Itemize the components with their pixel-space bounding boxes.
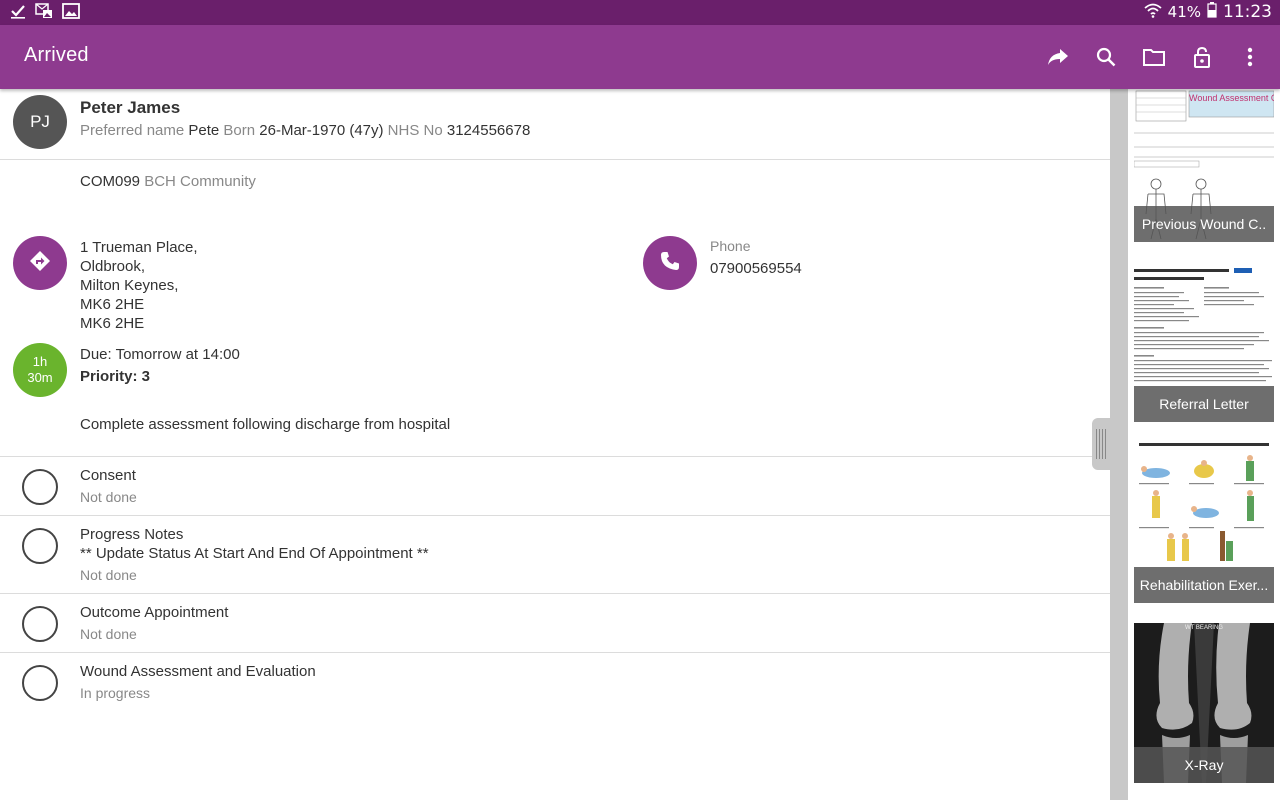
organisation-name: BCH Community xyxy=(144,173,256,190)
address-line: Milton Keynes, xyxy=(80,277,179,294)
mail-image-icon xyxy=(35,3,53,23)
organisation-code: COM099 xyxy=(80,173,141,190)
address-line: Oldbrook, xyxy=(80,258,146,275)
organisation: COM099 BCH Community xyxy=(80,173,256,190)
patient-name: Peter James xyxy=(80,98,181,117)
nhs-number: 3124556678 xyxy=(446,122,531,139)
more-icon[interactable] xyxy=(1238,45,1262,69)
divider xyxy=(0,159,1110,160)
attachment-thumbnail[interactable]: WT BEARING X-Ray xyxy=(1134,623,1274,783)
attachment-caption: Referral Letter xyxy=(1134,386,1274,422)
nhs-label: NHS No xyxy=(387,122,443,139)
attachment-caption: X-Ray xyxy=(1134,747,1274,783)
task-status: In progress xyxy=(80,685,151,701)
task-note: ** Update Status At Start And End Of App… xyxy=(80,545,429,562)
task-item[interactable]: Consent Not done xyxy=(0,457,1110,515)
patient-details: Preferred name Pete Born 26-Mar-1970 (47… xyxy=(80,122,530,139)
call-button[interactable] xyxy=(643,236,697,290)
task-item[interactable]: Outcome Appointment Not done xyxy=(0,594,1110,652)
due-time: Due: Tomorrow at 14:00 xyxy=(80,346,240,363)
status-bar: 41% 11:23 xyxy=(0,0,1280,25)
task-checkbox[interactable] xyxy=(22,606,58,642)
duration-badge: 1h 30m xyxy=(13,343,67,397)
address-line: 1 Trueman Place, xyxy=(80,239,198,256)
task-item[interactable]: Wound Assessment and Evaluation In progr… xyxy=(0,653,1110,711)
attachment-caption: Rehabilitation Exer... xyxy=(1134,567,1274,603)
thumbnail-header: Wound Assessment Char xyxy=(1189,93,1274,103)
task-title: Progress Notes xyxy=(80,526,184,543)
task-checkbox[interactable] xyxy=(22,469,58,505)
phone-icon xyxy=(660,251,680,275)
address-line: MK6 2HE xyxy=(80,315,145,332)
task-checkbox[interactable] xyxy=(22,528,58,564)
preferred-name-label: Preferred name xyxy=(80,122,185,139)
duration-minutes: 30m xyxy=(27,370,53,385)
app-bar-actions xyxy=(1022,45,1262,69)
phone-number[interactable]: 07900569554 xyxy=(710,260,802,277)
task-title: Consent xyxy=(80,467,136,484)
visit-description: Complete assessment following discharge … xyxy=(80,416,451,433)
panel-splitter[interactable] xyxy=(1110,89,1128,800)
task-status: Not done xyxy=(80,567,137,583)
task-status: Not done xyxy=(80,489,137,505)
task-done-icon xyxy=(10,3,26,23)
date-of-birth: 26-Mar-1970 (47y) xyxy=(259,122,384,139)
status-icons-right: 41% 11:23 xyxy=(1144,2,1272,22)
task-status: Not done xyxy=(80,626,137,642)
task-title: Wound Assessment and Evaluation xyxy=(80,663,316,680)
image-icon xyxy=(62,3,80,23)
battery-percent: 41% xyxy=(1167,3,1201,21)
phone-label: Phone xyxy=(710,238,751,254)
thumbnail-header: WT BEARING xyxy=(1185,625,1223,631)
born-label: Born xyxy=(223,122,256,139)
attachment-caption: Previous Wound C.. xyxy=(1134,206,1274,242)
attachment-thumbnail[interactable]: Wound Assessment Char Previous Wound C.. xyxy=(1134,89,1274,242)
splitter-handle[interactable] xyxy=(1092,418,1110,470)
page-title: Arrived xyxy=(24,44,89,66)
task-checkbox[interactable] xyxy=(22,665,58,701)
directions-icon xyxy=(29,250,51,276)
attachments-panel: Wound Assessment Char Previous Wound C.. xyxy=(1128,89,1280,800)
address-line: MK6 2HE xyxy=(80,296,145,313)
address[interactable]: 1 Trueman Place, Oldbrook, Milton Keynes… xyxy=(80,238,198,333)
wifi-icon xyxy=(1144,2,1162,22)
directions-button[interactable] xyxy=(13,236,67,290)
clock: 11:23 xyxy=(1223,2,1272,22)
lock-open-icon[interactable] xyxy=(1190,45,1214,69)
task-title: Outcome Appointment xyxy=(80,604,229,621)
avatar: PJ xyxy=(13,95,67,149)
appointment-details: PJ Peter James Preferred name Pete Born … xyxy=(0,89,1110,800)
duration-hours: 1h xyxy=(32,354,48,369)
battery-icon xyxy=(1207,2,1217,22)
task-item[interactable]: Progress Notes ** Update Status At Start… xyxy=(0,516,1110,593)
share-icon[interactable] xyxy=(1046,45,1070,69)
priority: Priority: 3 xyxy=(80,368,151,385)
attachment-thumbnail[interactable]: Rehabilitation Exer... xyxy=(1134,441,1274,603)
attachment-thumbnail[interactable]: Referral Letter xyxy=(1134,267,1274,422)
search-icon[interactable] xyxy=(1094,45,1118,69)
preferred-name: Pete xyxy=(188,122,220,139)
status-icons-left xyxy=(10,3,80,23)
folder-icon[interactable] xyxy=(1142,45,1166,69)
app-bar: Arrived xyxy=(0,25,1280,89)
